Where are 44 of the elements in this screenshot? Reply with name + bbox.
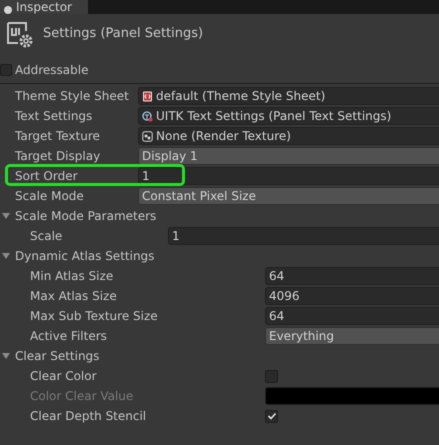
field-label: Target Texture <box>14 129 101 143</box>
object-field[interactable]: default (Theme Style Sheet) <box>138 87 439 105</box>
field-value: UITK Text Settings (Panel Text Settings) <box>156 109 392 123</box>
object-field[interactable]: UITK Text Settings (Panel Text Settings) <box>138 107 439 125</box>
field-label: Min Atlas Size <box>29 269 114 283</box>
field-label: Theme Style Sheet <box>14 89 130 103</box>
field-label: Active Filters <box>29 329 108 343</box>
dropdown[interactable]: Constant Pixel Size <box>138 187 439 205</box>
triangle-icon <box>2 252 10 260</box>
checkbox[interactable] <box>0 64 12 76</box>
number-field[interactable]: 64 <box>265 307 439 325</box>
field-label: Max Atlas Size <box>29 289 118 303</box>
checkbox[interactable] <box>265 410 278 422</box>
foldout-header[interactable]: Dynamic Atlas Settings <box>0 246 439 266</box>
number-field[interactable]: 4096 <box>265 287 439 305</box>
foldout-header[interactable]: Scale Mode Parameters <box>0 206 439 226</box>
field-label: Scale <box>29 229 64 243</box>
object-field[interactable]: None (Render Texture) <box>138 127 439 145</box>
foldout-header[interactable]: Clear Settings <box>0 346 439 366</box>
inspector-tab[interactable]: Inspector <box>0 0 88 14</box>
field-value: None (Render Texture) <box>156 129 291 143</box>
triangle-icon <box>2 352 10 360</box>
stylesheet-icon <box>142 90 153 102</box>
field-label: Scale Mode <box>14 189 85 203</box>
dropdown[interactable]: Display 1 <box>138 147 439 165</box>
ui-settings-icon <box>5 20 34 49</box>
number-field[interactable]: 1 <box>138 167 439 185</box>
field-label: Max Sub Texture Size <box>29 309 159 323</box>
triangle-icon <box>2 212 10 220</box>
field-label: Color Clear Value <box>29 389 134 403</box>
number-field[interactable]: 1 <box>168 227 439 245</box>
field-label: Text Settings <box>14 109 94 123</box>
field-label: Clear Depth Stencil <box>29 409 148 423</box>
field-label: Target Display <box>14 149 102 163</box>
checkbox[interactable] <box>265 370 278 382</box>
dropdown[interactable]: Everything <box>265 327 439 345</box>
checkbox-label: Addressable <box>15 63 88 77</box>
render-texture-icon <box>142 130 153 142</box>
field-value: default (Theme Style Sheet) <box>156 89 326 103</box>
field-label: Sort Order <box>14 169 79 183</box>
text-settings-icon <box>142 110 153 122</box>
field-label: Clear Color <box>29 369 98 383</box>
number-field[interactable]: 64 <box>265 267 439 285</box>
window-title: Settings (Panel Settings) <box>43 26 204 43</box>
